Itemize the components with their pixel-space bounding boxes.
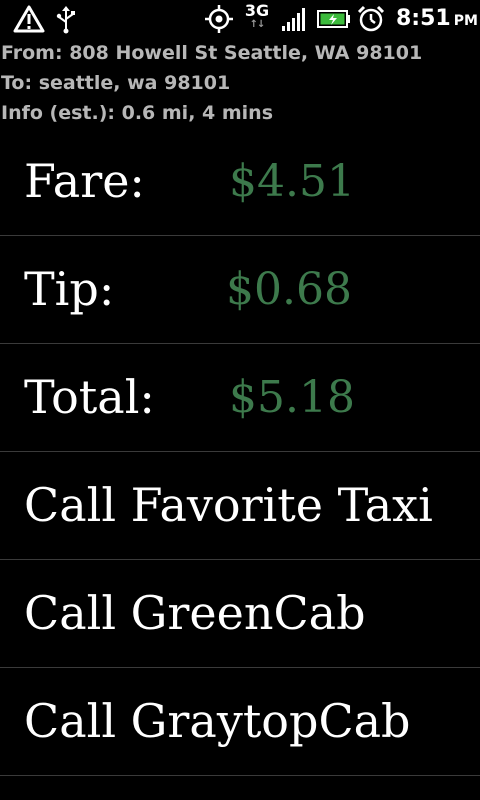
battery-charging-icon	[316, 0, 352, 38]
trip-estimate: Info (est.): 0.6 mi, 4 mins	[1, 102, 274, 124]
tip-row[interactable]: Tip: $0.68	[0, 236, 480, 344]
gps-icon	[203, 0, 235, 38]
fare-row: Fare: $4.51	[0, 128, 480, 236]
total-value: $5.18	[229, 372, 355, 423]
data-activity-icon: ↑↓	[249, 19, 266, 30]
clock-time: 8:51	[396, 6, 451, 31]
call-favorite-taxi-button[interactable]: Call Favorite Taxi	[0, 452, 480, 560]
call-graytopcab-button[interactable]: Call GraytopCab	[0, 668, 480, 776]
usb-icon	[54, 0, 78, 38]
call-greencab-label: Call GreenCab	[24, 586, 366, 640]
trip-to: To: seattle, wa 98101	[1, 72, 231, 94]
call-graytopcab-label: Call GraytopCab	[24, 694, 411, 748]
network-type-label: 3G	[244, 1, 270, 20]
tip-label: Tip:	[24, 262, 115, 316]
total-row: Total: $5.18	[0, 344, 480, 452]
warning-icon	[12, 0, 46, 38]
tip-value: $0.68	[226, 264, 352, 315]
fare-value: $4.51	[229, 156, 355, 207]
status-bar: 3G ↑↓ 8:51 PM	[0, 0, 480, 38]
network-type-indicator: 3G ↑↓	[243, 3, 271, 35]
fare-label: Fare:	[24, 154, 145, 208]
trip-from: From: 808 Howell St Seattle, WA 98101	[1, 42, 423, 64]
alarm-icon	[357, 0, 385, 38]
call-greencab-button[interactable]: Call GreenCab	[0, 560, 480, 668]
taxi-fare-screen: 3G ↑↓ 8:51 PM From: 808 Howell St Seattl…	[0, 0, 480, 800]
clock-ampm: PM	[453, 13, 478, 29]
signal-icon	[280, 0, 310, 38]
total-label: Total:	[24, 370, 155, 424]
call-favorite-taxi-label: Call Favorite Taxi	[24, 478, 433, 532]
clock: 8:51 PM	[396, 6, 478, 34]
